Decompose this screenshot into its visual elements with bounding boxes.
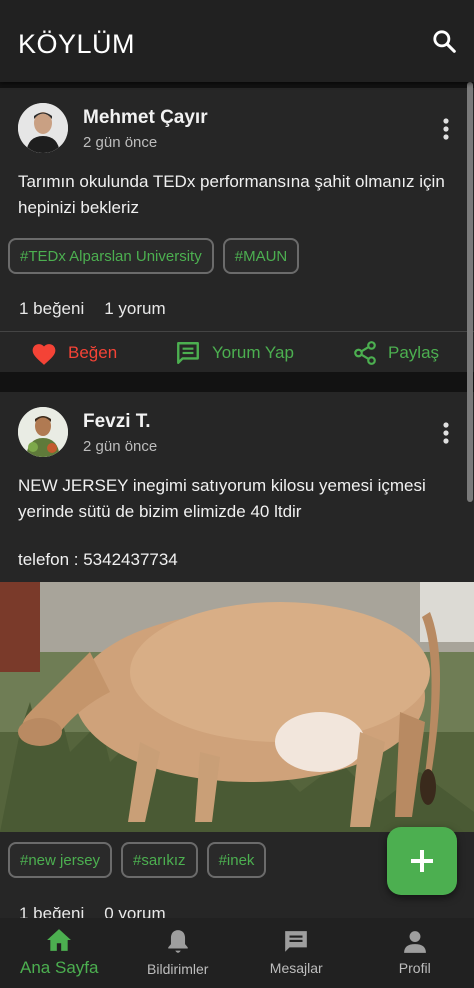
bell-icon xyxy=(168,930,188,953)
nav-messages-label: Mesajlar xyxy=(269,960,323,976)
post-header: Fevzi T. 2 gün önce xyxy=(18,407,456,459)
comment-count[interactable]: 1 yorum xyxy=(104,299,165,319)
comment-label: Yorum Yap xyxy=(212,343,294,362)
post-time: 2 gün önce xyxy=(83,134,158,151)
nav-notifications[interactable]: Bildirimler xyxy=(119,918,238,988)
more-vert-icon xyxy=(443,118,449,140)
scrollbar[interactable] xyxy=(466,82,474,918)
feed[interactable]: Mehmet Çayır 2 gün önce Tarımın okulunda… xyxy=(0,82,474,918)
home-icon xyxy=(47,929,72,951)
app-screen: KÖYLÜM Mehmet Çayır 2 gün önce Tarımın o… xyxy=(0,0,474,988)
more-options-button[interactable] xyxy=(430,417,462,449)
heart-icon xyxy=(32,343,56,365)
add-post-button[interactable] xyxy=(387,827,457,895)
tag-chip[interactable]: #inek xyxy=(206,842,267,878)
nav-home-label: Ana Sayfa xyxy=(20,958,99,977)
comment-count[interactable]: 0 yorum xyxy=(104,904,165,918)
nav-notifications-label: Bildirimler xyxy=(147,961,209,977)
post-stats: 1 beğeni 0 yorum xyxy=(19,904,166,918)
tag-list: #new jersey #sarıkız #inek xyxy=(8,842,267,878)
bottom-navigation: Ana Sayfa Bildirimler Mesajlar Profil xyxy=(0,918,474,988)
post-image[interactable] xyxy=(0,582,474,832)
app-title: KÖYLÜM xyxy=(18,28,136,59)
more-vert-icon xyxy=(443,422,449,444)
post-author[interactable]: Mehmet Çayır xyxy=(83,107,208,129)
tag-chip[interactable]: #MAUN xyxy=(222,238,300,274)
share-label: Paylaş xyxy=(388,343,440,362)
tag-chip[interactable]: #TEDx Alparslan University xyxy=(8,238,214,274)
nav-home[interactable]: Ana Sayfa xyxy=(0,918,119,988)
search-icon xyxy=(433,30,456,53)
search-button[interactable] xyxy=(424,21,464,61)
like-label: Beğen xyxy=(68,343,118,362)
message-icon xyxy=(285,931,308,952)
comment-icon xyxy=(177,342,199,364)
post-text: NEW JERSEY inegimi satıyorum kilosu yeme… xyxy=(18,476,426,521)
post-header: Mehmet Çayır 2 gün önce xyxy=(18,103,456,155)
person-icon xyxy=(403,931,426,953)
avatar[interactable] xyxy=(18,407,68,457)
like-count[interactable]: 1 beğeni xyxy=(19,299,84,319)
scrollbar-thumb[interactable] xyxy=(467,82,473,502)
like-button[interactable]: Beğen xyxy=(30,341,117,366)
app-bar: KÖYLÜM xyxy=(0,0,474,82)
post-actions: Beğen Yorum Yap Paylaş xyxy=(0,332,474,374)
like-count[interactable]: 1 beğeni xyxy=(19,904,84,918)
tag-chip[interactable]: #sarıkız xyxy=(121,842,198,878)
nav-profile[interactable]: Profil xyxy=(356,918,474,988)
nav-messages[interactable]: Mesajlar xyxy=(237,918,356,988)
post-stats: 1 beğeni 1 yorum xyxy=(19,299,166,319)
share-button[interactable]: Paylaş xyxy=(352,340,439,366)
post-time: 2 gün önce xyxy=(83,438,158,455)
post-card: Mehmet Çayır 2 gün önce Tarımın okulunda… xyxy=(0,88,474,372)
nav-profile-label: Profil xyxy=(398,960,431,976)
post-text: Tarımın okulunda TEDx performansına şahi… xyxy=(18,172,445,217)
more-options-button[interactable] xyxy=(430,113,462,145)
comment-button[interactable]: Yorum Yap xyxy=(174,340,294,366)
plus-icon xyxy=(411,850,433,872)
post-phone: telefon : 5342437734 xyxy=(18,550,178,569)
post-author[interactable]: Fevzi T. xyxy=(83,411,151,433)
avatar[interactable] xyxy=(18,103,68,153)
share-icon xyxy=(354,341,376,365)
tag-chip[interactable]: #new jersey xyxy=(8,842,113,878)
tag-list: #TEDx Alparslan University #MAUN xyxy=(8,238,300,274)
